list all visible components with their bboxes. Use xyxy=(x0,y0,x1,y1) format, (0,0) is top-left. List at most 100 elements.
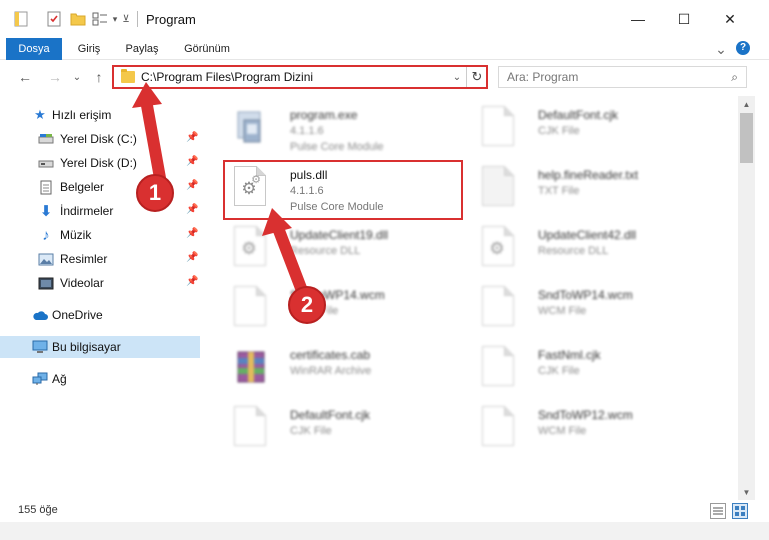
sidebar-item-label: Yerel Disk (C:) xyxy=(60,132,137,146)
generic-file-icon xyxy=(234,406,268,448)
file-item[interactable]: SndToWP12.wcm WCM File xyxy=(472,400,712,456)
maximize-button[interactable]: ☐ xyxy=(661,0,707,38)
music-icon: ♪ xyxy=(42,226,50,244)
search-icon[interactable]: ⌕ xyxy=(731,70,738,85)
file-name: SndToWP14.wcm xyxy=(538,288,633,302)
recent-locations-button[interactable]: ⌄ xyxy=(68,68,86,86)
sidebar-item-network[interactable]: Ağ xyxy=(0,368,200,390)
file-item[interactable]: ⚙ UpdateClient19.dll Resource DLL xyxy=(224,220,464,276)
sidebar-item-onedrive[interactable]: OneDrive xyxy=(0,304,200,326)
maximize-icon: ☐ xyxy=(677,10,691,27)
sidebar-item-pictures[interactable]: Resimler 📌 xyxy=(0,248,200,270)
sidebar-item-disk-d[interactable]: Yerel Disk (D:) 📌 xyxy=(0,152,200,174)
item-count: 155 öğe xyxy=(18,504,58,516)
file-item[interactable]: program.exe 4.1.1.6 Pulse Core Module xyxy=(224,100,464,156)
sidebar-item-label: Yerel Disk (D:) xyxy=(60,156,137,170)
details-view-icon[interactable] xyxy=(710,503,726,519)
file-item[interactable]: DefaultFont.cjk CJK File xyxy=(224,400,464,456)
generic-file-icon xyxy=(234,286,268,328)
file-item[interactable]: SndToWP14.wcm WCM File xyxy=(224,280,464,336)
file-name: FastNml.cjk xyxy=(538,348,601,362)
window-bottom-edge xyxy=(0,522,769,540)
folder-icon xyxy=(121,69,135,83)
file-list: program.exe 4.1.1.6 Pulse Core Module ⚙ … xyxy=(208,96,738,496)
sidebar-item-videos[interactable]: Videolar 📌 xyxy=(0,272,200,294)
navigation-pane: ★ Hızlı erişim Yerel Disk (C:) 📌 Yerel D… xyxy=(0,96,200,496)
scroll-down-icon[interactable]: ▼ xyxy=(738,484,755,500)
file-name: program.exe xyxy=(290,108,358,122)
file-type: CJK File xyxy=(538,125,580,137)
file-item[interactable]: FastNml.cjk CJK File xyxy=(472,340,712,396)
sidebar-item-this-pc[interactable]: Bu bilgisayar xyxy=(0,336,200,358)
help-icon[interactable]: ? xyxy=(736,41,750,55)
search-box[interactable]: ⌕ xyxy=(498,66,747,88)
folder-icon xyxy=(14,10,28,28)
sidebar-item-label: Belgeler xyxy=(60,180,105,194)
sidebar-item-disk-c[interactable]: Yerel Disk (C:) 📌 xyxy=(0,128,200,150)
scroll-up-icon[interactable]: ▲ xyxy=(738,96,755,112)
sidebar-item-quick-access[interactable]: ★ Hızlı erişim xyxy=(0,104,200,126)
address-bar[interactable]: C:\Program Files\Program Dizini ⌄ ↻ xyxy=(112,65,488,89)
address-path[interactable]: C:\Program Files\Program Dizini xyxy=(141,70,313,84)
chevron-down-icon[interactable]: ▾ xyxy=(110,10,120,28)
archive-file-icon xyxy=(234,346,268,388)
exe-file-icon xyxy=(234,106,268,148)
drive-icon xyxy=(38,155,54,171)
window-title: Program xyxy=(146,12,196,27)
forward-button[interactable]: → xyxy=(46,68,64,86)
file-type: TXT File xyxy=(538,185,580,197)
generic-file-icon xyxy=(482,406,516,448)
file-item[interactable]: certificates.cab WinRAR Archive xyxy=(224,340,464,396)
generic-file-icon xyxy=(482,106,516,148)
sidebar-item-label: OneDrive xyxy=(52,308,103,322)
file-type: CJK File xyxy=(538,365,580,377)
refresh-icon[interactable]: ↻ xyxy=(469,68,485,86)
sidebar-item-music[interactable]: ♪ Müzik 📌 xyxy=(0,224,200,246)
file-name: certificates.cab xyxy=(290,348,371,362)
file-item[interactable]: ⚙ UpdateClient42.dll Resource DLL xyxy=(472,220,712,276)
search-input[interactable] xyxy=(507,69,707,85)
minimize-button[interactable]: — xyxy=(615,0,661,38)
address-dropdown-icon[interactable]: ⌄ xyxy=(450,69,464,85)
file-description: Pulse Core Module xyxy=(290,141,384,153)
videos-icon xyxy=(38,275,54,291)
ribbon-expand-icon[interactable]: ⌄ xyxy=(714,38,728,60)
file-type: WCM File xyxy=(538,425,587,437)
file-item[interactable]: help.fineReader.txt TXT File xyxy=(472,160,712,216)
title-divider xyxy=(137,11,138,27)
dll-file-icon: ⚙ xyxy=(482,226,516,268)
tab-home[interactable]: Giriş xyxy=(70,38,108,60)
network-icon xyxy=(32,371,48,387)
callout-number-2: 2 xyxy=(288,286,326,324)
address-divider xyxy=(466,67,467,87)
up-button[interactable]: ↑ xyxy=(90,68,108,86)
pin-icon: 📌 xyxy=(186,204,199,215)
customize-toolbar-icon[interactable]: ⊻ xyxy=(121,10,131,28)
file-item[interactable]: SndToWP14.wcm WCM File xyxy=(472,280,712,336)
file-name: UpdateClient42.dll xyxy=(538,228,637,242)
view-options-icon[interactable] xyxy=(92,10,108,28)
computer-icon xyxy=(32,339,48,355)
tab-share[interactable]: Paylaş xyxy=(118,38,166,60)
sidebar-item-label: Bu bilgisayar xyxy=(52,340,121,354)
file-type: WCM File xyxy=(538,305,587,317)
pin-icon: 📌 xyxy=(186,132,199,143)
properties-icon[interactable] xyxy=(46,10,62,28)
file-item[interactable]: DefaultFont.cjk CJK File xyxy=(472,100,712,156)
close-button[interactable]: ✕ xyxy=(707,0,753,38)
pin-icon: 📌 xyxy=(186,276,199,287)
dll-file-icon: ⚙ xyxy=(234,226,268,268)
star-icon: ★ xyxy=(34,107,46,122)
new-folder-icon[interactable] xyxy=(70,10,86,28)
sidebar-item-label: Hızlı erişim xyxy=(52,108,112,122)
vertical-scrollbar[interactable]: ▲ ▼ xyxy=(738,96,755,500)
scroll-thumb[interactable] xyxy=(740,113,753,163)
back-button[interactable]: ← xyxy=(16,68,34,86)
text-file-icon xyxy=(482,166,516,208)
documents-icon xyxy=(38,179,54,195)
file-type: Resource DLL xyxy=(538,245,609,257)
tab-view[interactable]: Görünüm xyxy=(176,38,238,60)
sidebar-item-label: Müzik xyxy=(60,228,92,242)
sidebar-item-label: Ağ xyxy=(52,372,67,386)
large-icons-view-icon[interactable] xyxy=(732,503,748,519)
